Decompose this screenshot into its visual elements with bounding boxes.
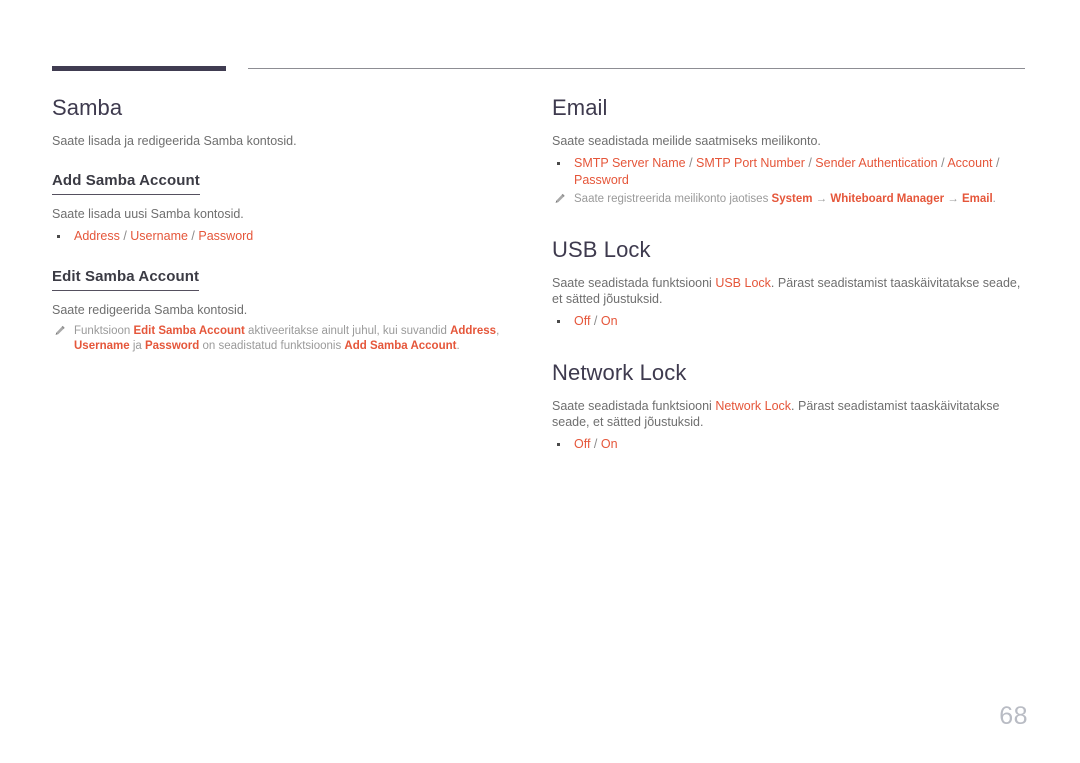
edit-samba-account-body: Saate redigeerida Samba kontosid. (52, 303, 248, 317)
section-samba: Samba Saate lisada ja redigeerida Samba … (52, 95, 532, 354)
note-text-part: ja (129, 340, 145, 352)
option-separator: / (804, 156, 816, 170)
option-on: On (600, 314, 618, 328)
note-term-add-samba-account: Add Samba Account (344, 340, 457, 352)
page-title-email: Email (552, 95, 608, 120)
note-text-part: . (456, 340, 460, 352)
option-username: Username (130, 229, 188, 243)
list-item: SMTP Server Name / SMTP Port Number / Se… (552, 155, 1034, 189)
header-accent-bar (52, 66, 226, 71)
bullet-dot-icon (57, 235, 60, 238)
right-column: Email Saate seadistada meilide saatmisek… (552, 95, 1034, 455)
network-lock-options: Off / On (552, 436, 1034, 453)
option-separator: / (685, 156, 697, 170)
option-separator: / (590, 437, 601, 451)
option-separator: / (992, 156, 1000, 170)
option-address: Address (74, 229, 120, 243)
option-off: Off (574, 314, 591, 328)
note-text-part: Funktsioon (74, 325, 134, 337)
page-title-usb-lock: USB Lock (552, 237, 651, 262)
list-item: Off / On (552, 313, 1034, 330)
body-text-part: Saate seadistada funktsiooni (552, 399, 716, 413)
option-sender-authentication: Sender Authentication (815, 156, 938, 170)
section-email: Email Saate seadistada meilide saatmisek… (552, 95, 1034, 207)
note-text-part: , (496, 325, 500, 337)
note-arrow-separator: → (812, 193, 831, 205)
note-arrow-separator: → (944, 193, 962, 205)
subsection-edit-samba-account: Edit Samba Account Saate redigeerida Sam… (52, 267, 532, 354)
note-term-username: Username (74, 340, 130, 352)
usb-lock-options: Off / On (552, 313, 1034, 330)
email-intro-text: Saate seadistada meilide saatmiseks meil… (552, 134, 821, 148)
list-item: Address / Username / Password (52, 228, 532, 245)
page-title-samba: Samba (52, 95, 123, 120)
subsection-title-add-samba-account: Add Samba Account (52, 171, 200, 195)
page-number: 68 (999, 702, 1028, 730)
document-page: Samba Saate lisada ja redigeerida Samba … (0, 0, 1080, 763)
body-term-usb-lock: USB Lock (715, 276, 771, 290)
option-smtp-server-name: SMTP Server Name (574, 156, 686, 170)
option-separator: / (187, 229, 199, 243)
list-item: Off / On (552, 436, 1034, 453)
header-divider-line (248, 68, 1025, 69)
note-text-part: Saate registreerida meilikonto jaotises (574, 193, 772, 205)
bullet-dot-icon (557, 443, 560, 446)
add-samba-account-body: Saate lisada uusi Samba kontosid. (52, 207, 244, 221)
option-separator: / (119, 229, 131, 243)
network-lock-body: Saate seadistada funktsiooni Network Loc… (552, 398, 1034, 430)
option-off: Off (574, 437, 591, 451)
samba-intro-text: Saate lisada ja redigeerida Samba kontos… (52, 134, 297, 148)
subsection-add-samba-account: Add Samba Account Saate lisada uusi Samb… (52, 171, 532, 245)
option-account: Account (947, 156, 993, 170)
option-separator: / (937, 156, 948, 170)
note-text-part: . (992, 193, 996, 205)
section-network-lock: Network Lock Saate seadistada funktsioon… (552, 360, 1034, 453)
pencil-icon (54, 325, 66, 337)
body-term-network-lock: Network Lock (715, 399, 792, 413)
usb-lock-body: Saate seadistada funktsiooni USB Lock. P… (552, 275, 1034, 307)
body-text-part: Saate seadistada funktsiooni (552, 276, 716, 290)
note-text-part: aktiveeritakse ainult juhul, kui suvandi… (244, 325, 451, 337)
bullet-dot-icon (557, 162, 560, 165)
note-term-email: Email (961, 193, 993, 205)
add-samba-account-options: Address / Username / Password (52, 228, 532, 245)
note-term-whiteboard-manager: Whiteboard Manager (830, 193, 945, 205)
note-term-edit-samba-account: Edit Samba Account (133, 325, 245, 337)
left-column: Samba Saate lisada ja redigeerida Samba … (52, 95, 532, 354)
email-note: Saate registreerida meilikonto jaotises … (552, 192, 1034, 207)
pencil-icon (554, 193, 566, 205)
edit-samba-account-note: Funktsioon Edit Samba Account aktiveerit… (52, 324, 532, 354)
bullet-dot-icon (557, 320, 560, 323)
note-text-part: on seadistatud funktsioonis (199, 340, 345, 352)
option-password: Password (574, 173, 629, 187)
note-term-password: Password (144, 340, 200, 352)
section-usb-lock: USB Lock Saate seadistada funktsiooni US… (552, 237, 1034, 330)
option-on: On (600, 437, 618, 451)
subsection-title-edit-samba-account: Edit Samba Account (52, 267, 200, 291)
email-options: SMTP Server Name / SMTP Port Number / Se… (552, 155, 1034, 189)
option-smtp-port-number: SMTP Port Number (696, 156, 805, 170)
option-password: Password (198, 229, 254, 243)
option-separator: / (590, 314, 601, 328)
note-term-address: Address (450, 325, 497, 337)
page-header (0, 0, 1080, 80)
note-term-system: System (771, 193, 813, 205)
page-title-network-lock: Network Lock (552, 360, 687, 385)
